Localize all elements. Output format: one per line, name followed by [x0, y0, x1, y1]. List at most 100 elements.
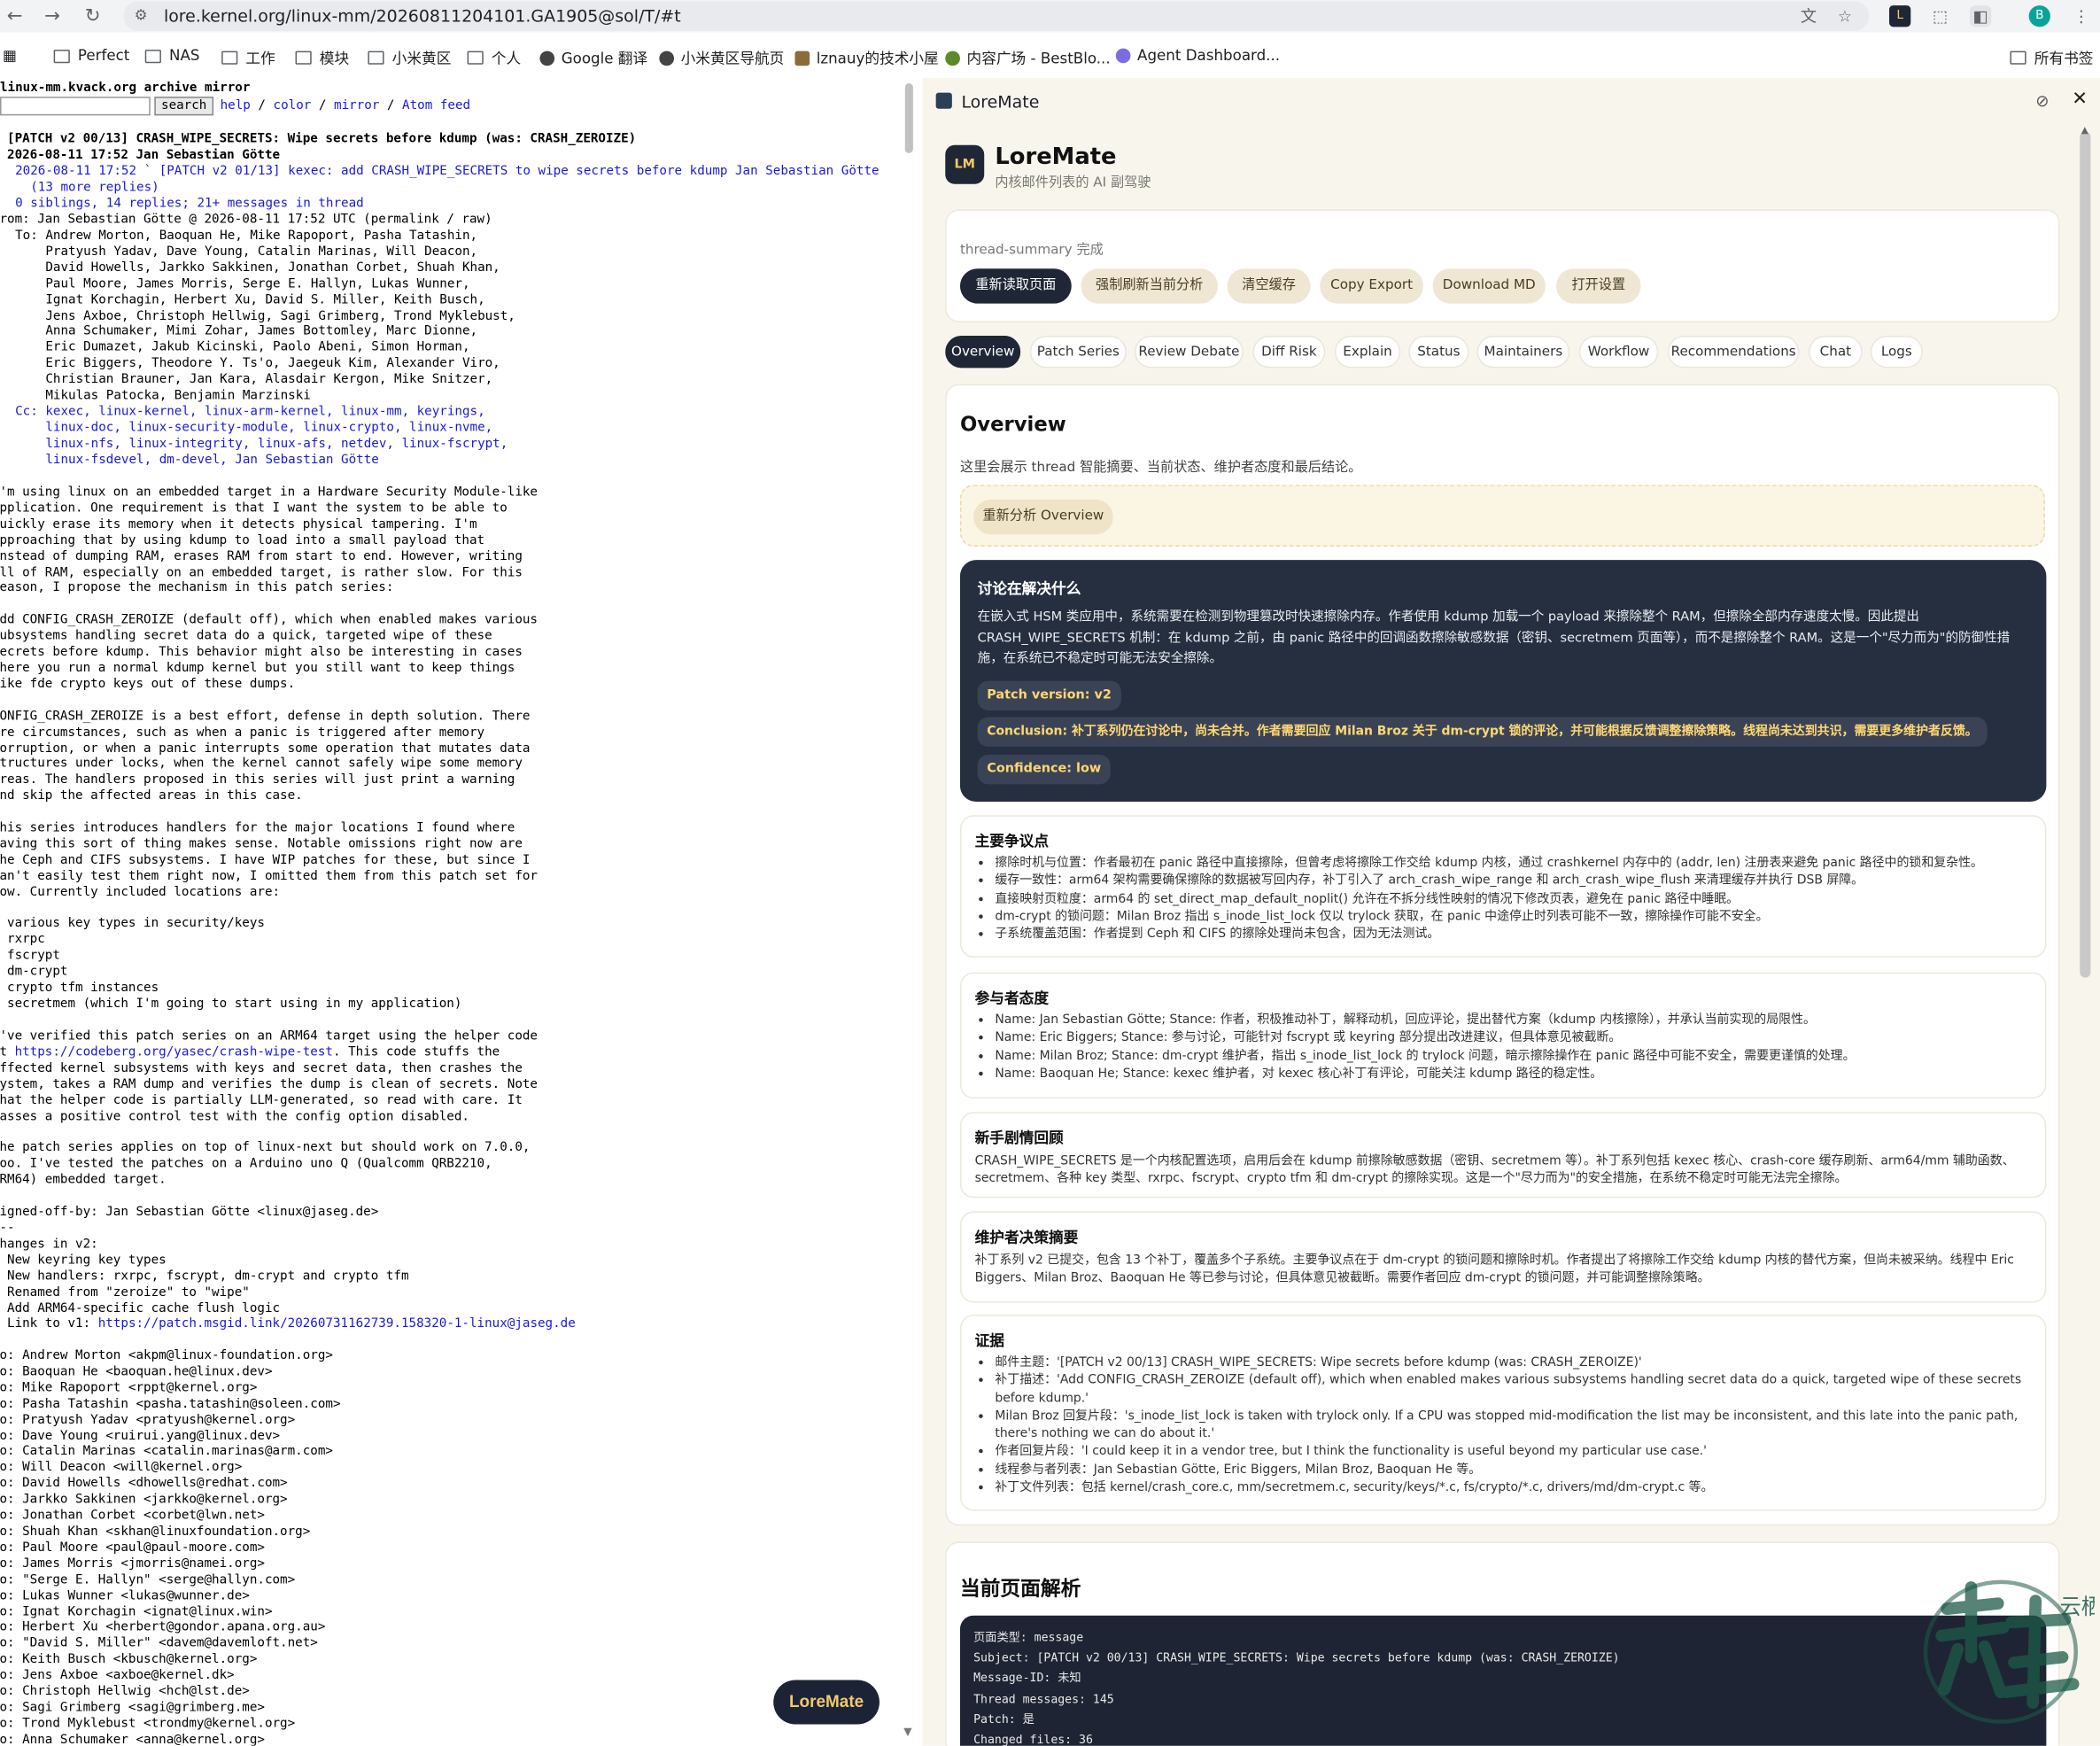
thread-meta: @ 2026-08-11 17:52 Jan Sebastian Götte	[0, 147, 281, 163]
close-icon[interactable]: ✕	[2072, 89, 2088, 110]
brand-subtitle: 内核邮件列表的 AI 副驾驶	[995, 175, 1151, 191]
link-v1[interactable]: https://patch.msgid.link/20260731162739.…	[98, 1316, 576, 1331]
overview-title: Overview	[959, 412, 1066, 437]
mirror-link[interactable]: mirror	[334, 98, 379, 113]
reload-icon[interactable]: ↻	[81, 4, 105, 28]
bookmark-xiaomi[interactable]: 小米黄区	[368, 47, 451, 68]
pin-icon[interactable]: ⊘	[2035, 91, 2049, 110]
list-item: Name: Jan Sebastian Götte; Stance: 作者，积极…	[995, 1012, 2049, 1029]
maintainers-text: 补丁系列 v2 已提交，包含 13 个补丁，覆盖多个子系统。主要争议点在于 dm…	[974, 1253, 2014, 1286]
tab-maintainers[interactable]: Maintainers	[1476, 336, 1570, 369]
bookmark-perfect[interactable]: Perfect	[53, 47, 129, 65]
tab-workflow[interactable]: Workflow	[1578, 336, 1659, 369]
back-icon[interactable]: ←	[3, 4, 27, 28]
scroll-down-icon[interactable]: ▼	[903, 1726, 911, 1738]
tab-overview[interactable]: Overview	[945, 336, 1021, 369]
bookmark-star-icon[interactable]: ☆	[1834, 5, 1856, 27]
reload-page-button[interactable]: 重新读取页面	[959, 268, 1072, 304]
attitudes-title: 参与者态度	[974, 989, 1049, 1007]
help-link[interactable]: help	[221, 98, 251, 113]
solving-text: 在嵌入式 HSM 类应用中，系统需要在检测到物理篡改时快速擦除内存。作者使用 k…	[977, 609, 2011, 666]
watermark-text: 云栖	[2060, 1594, 2095, 1619]
tab-explain[interactable]: Explain	[1334, 336, 1401, 369]
panel-scroll-up-icon[interactable]: ▲	[2081, 125, 2088, 136]
copy-export-button[interactable]: Copy Export	[1320, 268, 1423, 304]
reply-link[interactable]: 2026-08-11 17:52 ` [PATCH v2 01/13] kexe…	[0, 164, 879, 180]
tab-recommendations[interactable]: Recommendations	[1667, 336, 1800, 369]
overview-description: 这里会展示 thread 智能摘要、当前状态、维护者态度和最后结论。	[959, 460, 1362, 476]
bookmark-tech-blog[interactable]: lznauy的技术小屋	[794, 47, 939, 68]
search-button[interactable]: search	[154, 97, 214, 116]
site-info-icon[interactable]: ⚙	[135, 7, 148, 25]
archive-title: linux-mm.kvack.org archive mirror	[0, 80, 251, 96]
tab-status[interactable]: Status	[1408, 336, 1469, 369]
solving-card: 讨论在解决什么 在嵌入式 HSM 类应用中，系统需要在检测到物理篡改时快速擦除内…	[959, 560, 2047, 803]
folder-icon	[53, 49, 70, 63]
open-settings-button[interactable]: 打开设置	[1556, 268, 1641, 304]
disputes-title: 主要争议点	[974, 832, 1049, 850]
extensions-icon[interactable]: ⬚	[1929, 5, 1950, 27]
status-text: thread-summary 完成	[959, 243, 1104, 259]
bookmark-xiaomi-nav[interactable]: 小米黄区导航页	[659, 47, 784, 68]
atom-feed-link[interactable]: Atom feed	[402, 98, 470, 113]
left-scrollbar[interactable]	[903, 78, 916, 1746]
avatar[interactable]: B	[2028, 5, 2050, 27]
apps-icon[interactable]: ▦	[3, 47, 17, 65]
from-line: From: Jan Sebastian Götte @ 2026-08-11 1…	[0, 212, 492, 228]
panel-window-title: LoreMate	[961, 91, 1040, 112]
loremate-extension-icon[interactable]: L	[1889, 5, 1911, 27]
bookmark-agent-dashboard[interactable]: Agent Dashboard...	[1115, 47, 1280, 65]
folder-icon	[2010, 50, 2026, 65]
tab-patch-series[interactable]: Patch Series	[1029, 336, 1127, 369]
site-icon	[1115, 48, 1131, 64]
solving-title: 讨论在解决什么	[977, 579, 1081, 598]
bookmark-work[interactable]: 工作	[221, 47, 275, 68]
cc-list[interactable]: Cc: kexec, linux-kernel, linux-arm-kerne…	[0, 404, 508, 468]
evidence-title: 证据	[974, 1331, 1004, 1350]
disputes-list: 擦除时机与位置：作者最初在 panic 路径中直接擦除，但曾考虑将擦除工作交给 …	[975, 854, 2050, 943]
bookmark-modules[interactable]: 模块	[295, 47, 349, 68]
siblings-link[interactable]: 0 siblings, 14 replies; 21+ messages in …	[0, 196, 364, 212]
conclusion-badge: Conclusion: 补丁系列仍在讨论中，尚未合并。作者需要回应 Milan …	[977, 717, 1988, 747]
brand-name: LoreMate	[995, 144, 1117, 171]
list-item: dm-crypt 的锁问题：Milan Broz 指出 s_inode_list…	[995, 908, 2049, 926]
mail-archive-page: linux-mm.kvack.org archive mirror search…	[0, 78, 897, 1746]
reanalyze-overview-button[interactable]: 重新分析 Overview	[973, 499, 1113, 535]
color-link[interactable]: color	[274, 98, 312, 113]
tab-chat[interactable]: Chat	[1809, 336, 1863, 369]
message-body-1: I'm using linux on an embedded target in…	[0, 485, 538, 1044]
current-page-title: 当前页面解析	[959, 1576, 1081, 1602]
bookmark-nas[interactable]: NAS	[144, 47, 200, 65]
confidence-badge: Confidence: low	[977, 754, 1111, 785]
tab-review-debate[interactable]: Review Debate	[1135, 336, 1244, 369]
url-text[interactable]: lore.kernel.org/linux-mm/20260811204101.…	[164, 5, 681, 26]
crash-wipe-test-link[interactable]: https://codeberg.org/yasec/crash-wipe-te…	[15, 1044, 333, 1059]
search-input[interactable]	[0, 97, 151, 116]
translate-icon[interactable]: 文	[1798, 5, 1819, 27]
download-md-button[interactable]: Download MD	[1432, 268, 1546, 304]
link-v1-line: - Link to v1: https://patch.msgid.link/2…	[0, 1315, 576, 1331]
list-item: 作者回复片段：'I could keep it in a vendor tree…	[995, 1443, 2049, 1461]
tab-logs[interactable]: Logs	[1870, 336, 1923, 369]
bookmark-personal[interactable]: 个人	[467, 47, 521, 68]
menu-icon[interactable]: ⋮	[2071, 5, 2092, 27]
folder-icon	[467, 50, 484, 65]
force-refresh-button[interactable]: 强制刷新当前分析	[1081, 268, 1219, 304]
list-item: 邮件主题：'[PATCH v2 00/13] CRASH_WIPE_SECRET…	[995, 1354, 2049, 1371]
tab-diff-risk[interactable]: Diff Risk	[1252, 336, 1326, 369]
watermark-seal-icon: 云栖	[1923, 1579, 2095, 1724]
list-item: 直接映射页粒度：arm64 的 set_direct_map_default_n…	[995, 889, 2049, 907]
more-replies-link[interactable]: (13 more replies)	[0, 180, 159, 196]
forward-icon[interactable]: →	[40, 4, 64, 28]
left-scrollbar-thumb[interactable]	[904, 82, 913, 153]
loremate-floating-button[interactable]: LoreMate	[773, 1680, 880, 1725]
list-item: 擦除时机与位置：作者最初在 panic 路径中直接擦除，但曾考虑将擦除工作交给 …	[995, 854, 2049, 872]
bookmark-bestblogs[interactable]: 内容广场 - BestBlo...	[945, 47, 1111, 68]
panel-scrollbar[interactable]	[2080, 131, 2091, 978]
side-panel-icon[interactable]: ◧	[1969, 5, 1992, 27]
folder-icon	[295, 50, 312, 65]
bookmark-google-translate[interactable]: Google 翻译	[539, 47, 647, 68]
current-page-code: 页面类型: message Subject: [PATCH v2 00/13] …	[959, 1615, 2047, 1746]
all-bookmarks[interactable]: 所有书签	[2010, 47, 2093, 68]
clear-cache-button[interactable]: 清空缓存	[1227, 268, 1311, 304]
